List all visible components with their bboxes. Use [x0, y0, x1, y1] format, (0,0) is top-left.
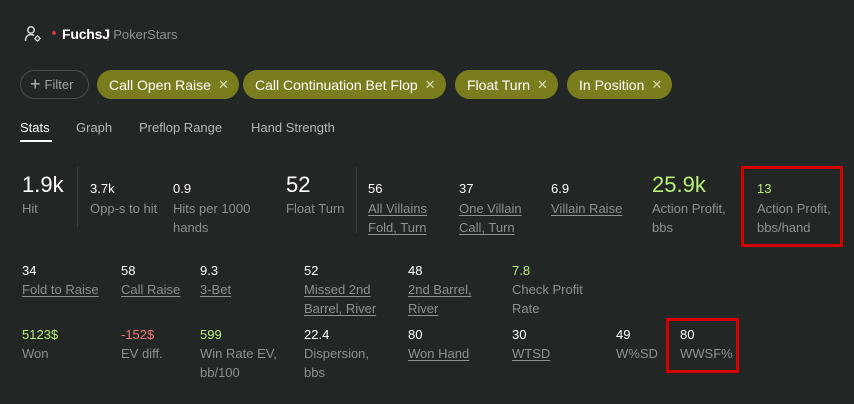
stat-fold-to-raise-value: 34: [22, 263, 37, 278]
stat-check-profit-label-line1: Check Profit: [512, 282, 583, 297]
stat-wsd-value: 49: [616, 327, 631, 342]
stat-one-villain-value: 37: [459, 181, 474, 196]
stat-won-label: Won: [22, 346, 49, 361]
filter-chip-call-open-raise[interactable]: Call Open Raise ✕: [97, 70, 239, 99]
stat-action-profit-label-line1: Action Profit,: [652, 201, 726, 216]
chip-label: Call Continuation Bet Flop: [255, 76, 418, 93]
tab-stats[interactable]: Stats: [20, 120, 50, 135]
filter-chip-call-cbet-flop[interactable]: Call Continuation Bet Flop ✕: [243, 70, 446, 99]
stat-3bet-value: 9.3: [200, 263, 219, 278]
stat-action-profit-label-line2: bbs: [652, 220, 673, 235]
stat-win-rate-ev-label-line2: bb/100: [200, 365, 240, 380]
stat-action-profit-hand-value: 13: [757, 181, 772, 196]
stat-opps-value: 3.7k: [90, 181, 115, 196]
stat-won-value: 5123$: [22, 327, 59, 342]
stat-dispersion-label-line2: bbs: [304, 365, 325, 380]
stat-second-barrel-link-line1[interactable]: 2nd Barrel,: [408, 280, 472, 299]
stat-fold-to-raise-link[interactable]: Fold to Raise: [22, 280, 99, 299]
close-icon[interactable]: ✕: [537, 77, 548, 93]
stat-action-profit-value: 25.9k: [652, 172, 706, 197]
stat-win-rate-ev-label-line1: Win Rate EV,: [200, 346, 277, 361]
player-site: , PokerStars: [106, 27, 178, 42]
stat-dispersion-value: 22.4: [304, 327, 330, 342]
divider: [356, 167, 357, 233]
stat-missed-2nd-link-line1[interactable]: Missed 2nd: [304, 280, 370, 299]
stat-action-profit-hand-label-line1: Action Profit,: [757, 201, 831, 216]
stat-float-turn-label: Float Turn: [286, 201, 345, 216]
close-icon[interactable]: ✕: [425, 77, 436, 93]
active-tab-indicator: [20, 140, 52, 142]
stat-ev-diff-label: EV diff.: [121, 346, 163, 361]
stat-villain-raise-link[interactable]: Villain Raise: [551, 199, 622, 218]
divider: [77, 167, 78, 227]
tab-hand-strength[interactable]: Hand Strength: [251, 120, 335, 135]
stat-won-hand-value: 80: [408, 327, 423, 342]
stat-call-raise-value: 58: [121, 263, 136, 278]
filter-chip-in-position[interactable]: In Position ✕: [567, 70, 673, 99]
stat-wsd-label: W%SD: [616, 346, 658, 361]
chip-label: In Position: [579, 76, 645, 93]
stat-call-raise-link[interactable]: Call Raise: [121, 280, 180, 299]
stat-won-hand-link[interactable]: Won Hand: [408, 344, 469, 363]
chip-label: Float Turn: [467, 76, 531, 93]
stat-wtsd-link[interactable]: WTSD: [512, 344, 550, 363]
tab-preflop-range[interactable]: Preflop Range: [139, 120, 222, 135]
stat-hits-per-1000-label-line1: Hits per 1000: [173, 201, 251, 216]
stat-float-turn-value: 52: [286, 172, 311, 197]
close-icon[interactable]: ✕: [651, 77, 662, 93]
close-icon[interactable]: ✕: [218, 77, 229, 93]
stat-all-villains-link-line2[interactable]: Fold, Turn: [368, 218, 427, 237]
plus-icon: +: [30, 73, 41, 94]
player-settings-icon[interactable]: [24, 25, 42, 43]
stat-3bet-link[interactable]: 3-Bet: [200, 280, 231, 299]
stat-one-villain-link-line1[interactable]: One Villain: [459, 199, 522, 218]
stat-missed-2nd-link-line2[interactable]: Barrel, River: [304, 299, 376, 318]
stat-all-villains-value: 56: [368, 181, 383, 196]
stat-ev-diff-value: -152$: [121, 327, 155, 342]
player-name[interactable]: FuchsJ: [62, 26, 110, 42]
stat-villain-raise-value: 6.9: [551, 181, 570, 196]
stat-check-profit-label-line2: Rate: [512, 301, 540, 316]
stat-one-villain-link-line2[interactable]: Call, Turn: [459, 218, 515, 237]
stat-second-barrel-value: 48: [408, 263, 423, 278]
stat-wwsf-value: 80: [680, 327, 695, 342]
stat-opps-label: Opp-s to hit: [90, 201, 158, 216]
tab-graph[interactable]: Graph: [76, 120, 112, 135]
add-filter-label: Filter: [44, 77, 74, 92]
stat-hits-per-1000-value: 0.9: [173, 181, 192, 196]
stat-check-profit-value: 7.8: [512, 263, 531, 278]
add-filter-button[interactable]: + Filter: [20, 70, 89, 99]
chip-label: Call Open Raise: [109, 76, 211, 93]
stat-win-rate-ev-value: 599: [200, 327, 222, 342]
stat-all-villains-link-line1[interactable]: All Villains: [368, 199, 427, 218]
stat-dispersion-label-line1: Dispersion,: [304, 346, 370, 361]
stat-hit-value: 1.9k: [22, 172, 64, 197]
stat-second-barrel-link-line2[interactable]: River: [408, 299, 438, 318]
filter-chip-float-turn[interactable]: Float Turn ✕: [455, 70, 558, 99]
stat-hit-label: Hit: [22, 201, 38, 216]
stat-wwsf-label: WWSF%: [680, 346, 733, 361]
stat-hits-per-1000-label-line2: hands: [173, 220, 209, 235]
stat-wtsd-value: 30: [512, 327, 527, 342]
status-dot: [52, 31, 56, 35]
stat-action-profit-hand-label-line2: bbs/hand: [757, 220, 811, 235]
stat-missed-2nd-value: 52: [304, 263, 319, 278]
